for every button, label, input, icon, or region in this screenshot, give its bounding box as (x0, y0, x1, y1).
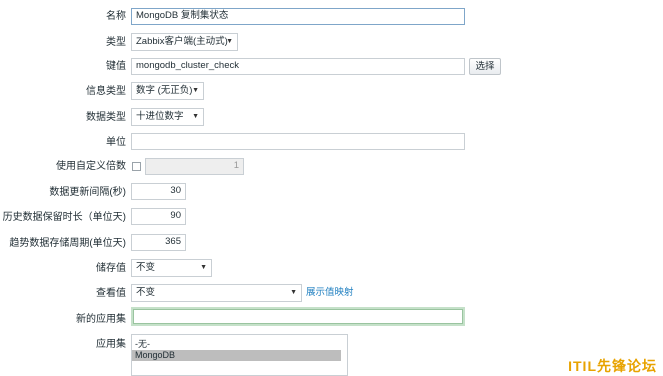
info-type-select-value: 数字 (无正负) (136, 85, 193, 96)
data-type-select-value: 十进位数字 (136, 111, 184, 122)
chevron-down-icon: ▼ (290, 289, 297, 296)
data-type-label: 数据类型 (86, 112, 126, 123)
custom-multiplier-label: 使用自定义倍数 (56, 161, 126, 172)
apps-option-mongodb[interactable]: MongoDB (132, 350, 341, 361)
type-select[interactable]: Zabbix客户端(主动式) ▼ (131, 33, 238, 51)
chevron-down-icon: ▼ (200, 264, 207, 271)
new-app-input[interactable] (131, 307, 465, 326)
name-label: 名称 (106, 11, 126, 22)
store-value-select[interactable]: 不变 ▼ (131, 259, 212, 277)
apps-option-none[interactable]: -无- (132, 339, 347, 350)
watermark: ITIL先锋论坛 (568, 358, 657, 374)
store-value-select-value: 不变 (136, 262, 156, 273)
history-input[interactable]: 90 (131, 208, 186, 225)
trends-label: 趋势数据存储周期(单位天) (9, 238, 126, 249)
name-input[interactable]: MongoDB 复制集状态 (131, 8, 465, 25)
show-value-label: 查看值 (96, 288, 126, 299)
type-label: 类型 (106, 37, 126, 48)
chevron-down-icon: ▼ (192, 113, 199, 120)
key-label: 键值 (106, 61, 126, 72)
apps-label: 应用集 (96, 339, 126, 350)
info-type-label: 信息类型 (86, 86, 126, 97)
update-interval-input[interactable]: 30 (131, 183, 186, 200)
apps-listbox[interactable]: -无- MongoDB (131, 334, 348, 376)
unit-input[interactable] (131, 133, 465, 150)
unit-label: 单位 (106, 137, 126, 148)
select-key-button[interactable]: 选择 (469, 58, 501, 75)
custom-multiplier-input: 1 (145, 158, 244, 175)
new-app-label: 新的应用集 (76, 314, 126, 325)
history-label: 历史数据保留时长（单位天) (2, 212, 126, 223)
data-type-select[interactable]: 十进位数字 ▼ (131, 108, 204, 126)
key-input[interactable]: mongodb_cluster_check (131, 58, 465, 75)
custom-multiplier-checkbox[interactable] (132, 162, 141, 171)
chevron-down-icon: ▼ (226, 38, 233, 45)
trends-input[interactable]: 365 (131, 234, 186, 251)
show-value-select[interactable]: 不变 ▼ (131, 284, 302, 302)
chevron-down-icon: ▼ (192, 87, 199, 94)
type-select-value: Zabbix客户端(主动式) (136, 36, 228, 47)
update-interval-label: 数据更新间隔(秒) (49, 187, 126, 198)
show-value-select-value: 不变 (136, 287, 156, 298)
info-type-select[interactable]: 数字 (无正负) ▼ (131, 82, 204, 100)
store-value-label: 储存值 (96, 263, 126, 274)
value-mapping-link[interactable]: 展示值映射 (306, 287, 354, 299)
